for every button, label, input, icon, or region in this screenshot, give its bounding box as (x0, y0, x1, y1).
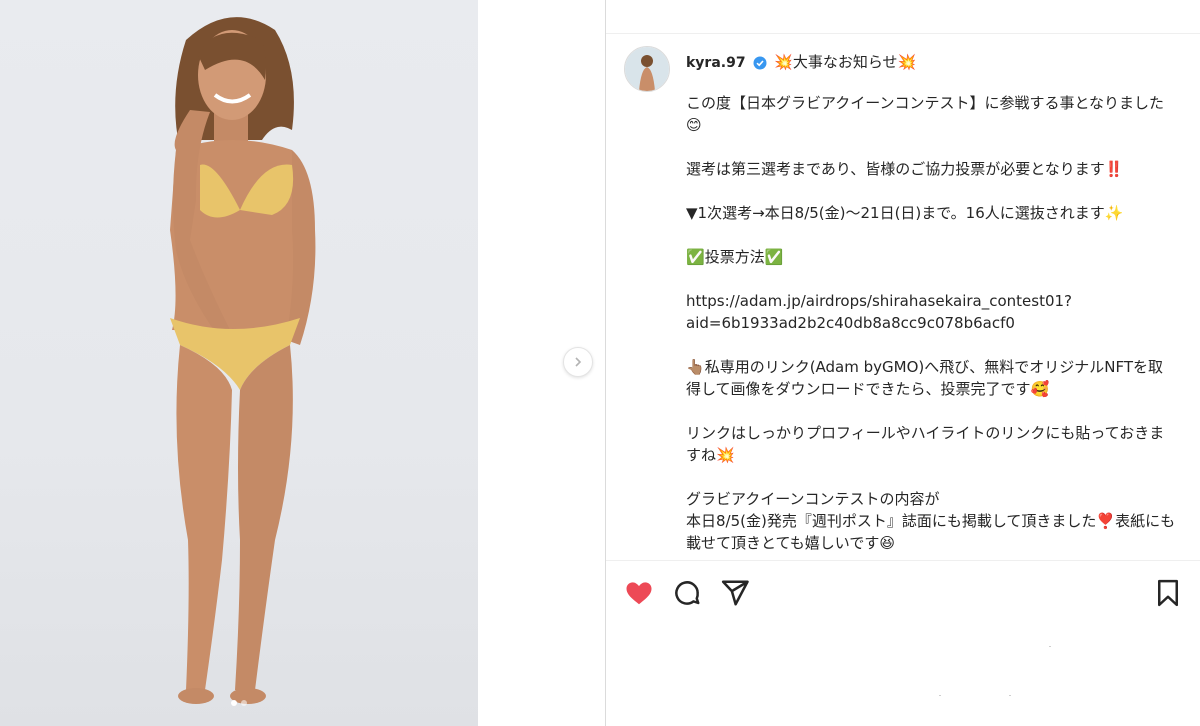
verified-badge-icon (753, 56, 767, 70)
comment-button[interactable] (672, 578, 702, 608)
share-icon (721, 580, 749, 606)
caption-paragraph-3: ▼1次選考→本日8/5(金)〜21日(日)まで。16人に選抜されます (686, 204, 1105, 222)
avatar[interactable] (624, 46, 670, 92)
grin-emoji-icon: 😆 (879, 534, 895, 552)
post-panel: kyra.97 💥大事なお知らせ💥 この度【日本グラビアクイーンコンテスト】に参… (605, 0, 1200, 726)
sparkle-emoji-icon: 💥 (774, 53, 793, 71)
comment-icon (675, 581, 700, 605)
carousel-dot-active (231, 700, 237, 706)
artifact (1009, 695, 1011, 696)
sparkle-emoji-icon: ✨ (1104, 204, 1124, 222)
point-up-emoji-icon: 👆🏽 (686, 358, 705, 376)
divider (606, 560, 1200, 561)
love-emoji-icon: 🥰 (1030, 380, 1050, 398)
carousel-dots (0, 691, 478, 710)
check-emoji-icon: ✅ (764, 248, 784, 266)
artifact (1049, 646, 1051, 647)
post-header: kyra.97 💥大事なお知らせ💥 (686, 50, 916, 75)
next-slide-button[interactable] (563, 347, 593, 377)
heart-icon (626, 582, 652, 605)
avatar-image (625, 47, 669, 91)
caption-url-line-2[interactable]: aid=6b1933ad2b2c40db8a8cc9c078b6acf0 (686, 314, 1015, 332)
share-button[interactable] (720, 578, 750, 608)
username-link[interactable]: kyra.97 (686, 55, 746, 71)
bookmark-icon (1158, 579, 1178, 607)
artifact (939, 695, 941, 696)
post-media[interactable] (0, 0, 478, 726)
divider (606, 33, 1200, 34)
caption-paragraph-6: 私専用のリンク(Adam byGMO)へ飛び、無料でオリジナルNFTを取得して画… (686, 358, 1164, 398)
sparkle-emoji-icon: 💥 (716, 446, 735, 464)
save-button[interactable] (1153, 578, 1183, 608)
check-emoji-icon: ✅ (686, 248, 705, 266)
sparkle-emoji-icon: 💥 (897, 53, 917, 71)
caption-paragraph-1: この度【日本グラビアクイーンコンテスト】に参戦する事となりました (686, 94, 1165, 112)
carousel-dot (241, 700, 247, 706)
post-caption: この度【日本グラビアクイーンコンテスト】に参戦する事となりました 😊 選考は第三選… (686, 92, 1176, 576)
caption-url-line-1[interactable]: https://adam.jp/airdrops/shirahasekaira_… (686, 292, 1072, 310)
smile-emoji-icon: 😊 (686, 116, 702, 134)
post-photo (170, 17, 316, 704)
headline-text: 大事なお知らせ (792, 53, 898, 71)
caption-vote-label: 投票方法 (704, 248, 765, 266)
like-button[interactable] (624, 578, 654, 608)
caption-paragraph-8-line-2: 本日8/5(金)発売『週刊ポスト』誌面にも掲載して頂きました❣️表紙にも載せて頂… (686, 512, 1176, 552)
chevron-right-icon (575, 357, 582, 367)
caption-paragraph-7: リンクはしっかりプロフィールやハイライトのリンクにも貼っておきますね (686, 424, 1165, 464)
caption-paragraph-8-line-1: グラビアクイーンコンテストの内容が (686, 490, 940, 508)
caption-paragraph-2: 選考は第三選考まであり、皆様のご協力投票が必要となります‼️ (686, 160, 1124, 178)
